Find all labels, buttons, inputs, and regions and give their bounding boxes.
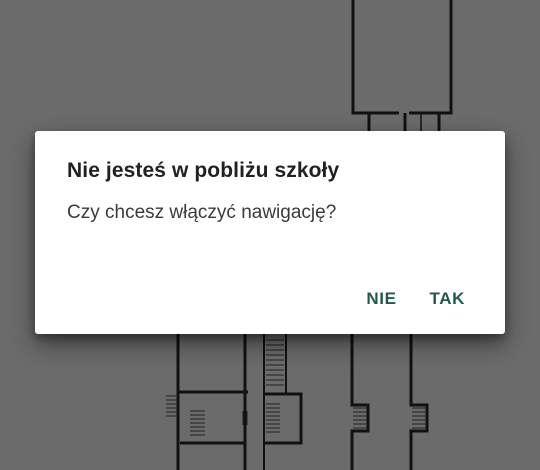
no-button[interactable]: NIE <box>366 287 396 311</box>
location-dialog: Nie jesteś w pobliżu szkoły Czy chcesz w… <box>35 131 505 334</box>
dialog-title: Nie jesteś w pobliżu szkoły <box>67 159 340 182</box>
stairs <box>190 410 205 436</box>
dialog-message: Czy chcesz włączyć nawigację? <box>67 202 337 223</box>
yes-button[interactable]: TAK <box>430 287 465 311</box>
dialog-actions: NIE TAK <box>366 287 465 311</box>
